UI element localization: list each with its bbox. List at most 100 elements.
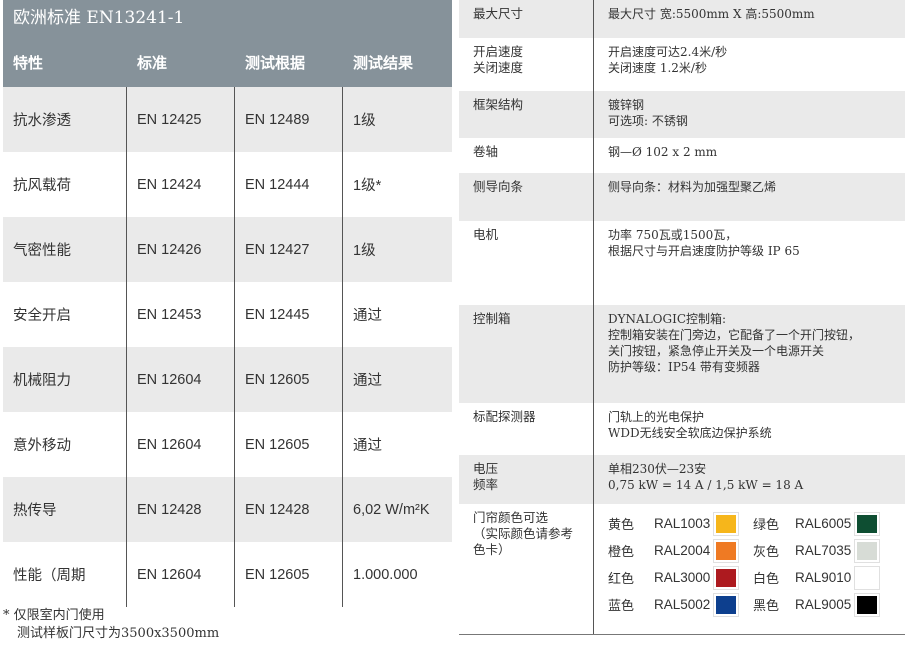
color-row: 黄色 RAL1003 绿色 RAL6005 [608, 510, 898, 537]
table-row: 抗水渗透 EN 12425 EN 12489 1级 [3, 87, 452, 152]
cell-characteristic: 气密性能 [3, 217, 127, 282]
spec-row-detector: 标配探测器 门轨上的光电保护 WDD无线安全软底边保护系统 [459, 403, 905, 455]
cell-test-basis: EN 12428 [235, 477, 343, 542]
cell-characteristic: 抗风载荷 [3, 152, 127, 217]
table-row: 机械阻力 EN 12604 EN 12605 通过 [3, 347, 452, 412]
color-option: 蓝色 RAL5002 [608, 593, 753, 616]
footnote-line-1: * 仅限室内门使用 [3, 608, 105, 623]
cell-characteristic: 抗水渗透 [3, 87, 127, 152]
header-characteristic: 特性 [13, 53, 44, 72]
color-name: 绿色 [753, 518, 780, 533]
cell-test-result: 1级 [353, 243, 376, 259]
table-row: 热传导 EN 12428 EN 12428 6,02 W/m²K [3, 477, 452, 542]
cell-standard: EN 12604 [127, 412, 235, 477]
footnote-line-2: 测试样板门尺寸为3500x3500mm [17, 626, 220, 641]
cell-test-result: 通过 [353, 308, 382, 324]
color-code: RAL3000 [654, 570, 711, 585]
spec-row-guide: 侧导向条 侧导向条：材料为加强型聚乙烯 [459, 173, 905, 221]
spec-value: 门轨上的光电保护 WDD无线安全软底边保护系统 [608, 410, 772, 440]
color-option: 红色 RAL3000 [608, 566, 753, 589]
color-swatch [855, 593, 879, 616]
spec-label: 开启速度 关闭速度 [459, 38, 594, 91]
color-options-grid: 黄色 RAL1003 绿色 RAL6005 橙色 RAL2004 灰色 RAL7… [608, 510, 898, 618]
spec-value: DYNALOGIC控制箱: 控制箱安装在门旁边，它配备了一个开门按钮， 关门按钮… [608, 312, 861, 374]
table-row: 性能（周期 EN 12604 EN 12605 1.000.000 [3, 542, 452, 607]
spec-row-colors: 门帘颜色可选 （实际颜色请参考 色卡） 黄色 RAL1003 绿色 RAL600… [459, 504, 905, 635]
color-swatch [855, 539, 879, 562]
spec-label: 电机 [459, 221, 594, 305]
cell-characteristic: 机械阻力 [3, 347, 127, 412]
cell-standard: EN 12425 [127, 87, 235, 152]
spec-row-roller: 卷轴 钢—Ø 102 x 2 mm [459, 138, 905, 173]
spec-table: 最大尺寸 最大尺寸 宽:5500mm X 高:5500mm 开启速度 关闭速度 … [459, 0, 905, 635]
color-name: 红色 [608, 572, 635, 587]
cell-standard: EN 12428 [127, 477, 235, 542]
spec-label: 标配探测器 [459, 403, 594, 455]
cell-test-result: 1.000.000 [353, 566, 418, 583]
color-swatch [714, 512, 738, 535]
table-row: 抗风载荷 EN 12424 EN 12444 1级* [3, 152, 452, 217]
cell-standard: EN 12426 [127, 217, 235, 282]
spec-label: 门帘颜色可选 （实际颜色请参考 色卡） [459, 504, 594, 634]
color-swatch [714, 566, 738, 589]
color-swatch [714, 539, 738, 562]
cell-test-basis: EN 12489 [235, 87, 343, 152]
cell-standard: EN 12604 [127, 347, 235, 412]
color-swatch [855, 566, 879, 589]
cell-test-result: 通过 [353, 373, 382, 389]
color-option: 白色 RAL9010 [753, 566, 898, 589]
cell-test-basis: EN 12605 [235, 412, 343, 477]
cell-test-basis: EN 12445 [235, 282, 343, 347]
cell-characteristic: 意外移动 [3, 412, 127, 477]
spec-value: 最大尺寸 宽:5500mm X 高:5500mm [608, 7, 815, 21]
color-option: 黄色 RAL1003 [608, 512, 753, 535]
color-row: 蓝色 RAL5002 黑色 RAL9005 [608, 591, 898, 618]
color-option: 黑色 RAL9005 [753, 593, 898, 616]
spec-label: 最大尺寸 [459, 0, 594, 38]
header-standard: 标准 [137, 53, 168, 72]
spec-row-power: 电压 频率 单相230伏—23安 0,75 kW = 14 A / 1,5 kW… [459, 455, 905, 504]
spec-label: 框架结构 [459, 91, 594, 138]
color-swatch [714, 593, 738, 616]
color-name: 白色 [753, 572, 780, 587]
header-test-result: 测试结果 [353, 53, 414, 72]
spec-value: 开启速度可达2.4米/秒 关闭速度 1.2米/秒 [608, 45, 728, 75]
spec-label: 卷轴 [459, 138, 594, 173]
cell-characteristic: 安全开启 [3, 282, 127, 347]
color-name: 橙色 [608, 545, 635, 560]
spec-value: 镀锌钢 可选项: 不锈钢 [608, 98, 688, 128]
table-row: 安全开启 EN 12453 EN 12445 通过 [3, 282, 452, 347]
spec-value: 单相230伏—23安 0,75 kW = 14 A / 1,5 kW = 18 … [608, 462, 804, 492]
cell-test-basis: EN 12605 [235, 347, 343, 412]
color-option: 灰色 RAL7035 [753, 539, 898, 562]
cell-test-basis: EN 12444 [235, 152, 343, 217]
spec-row-max-size: 最大尺寸 最大尺寸 宽:5500mm X 高:5500mm [459, 0, 905, 38]
color-code: RAL2004 [654, 543, 711, 558]
spec-row-motor: 电机 功率 750瓦或1500瓦， 根据尺寸与开启速度防护等级 IP 65 [459, 221, 905, 305]
spec-label: 控制箱 [459, 305, 594, 403]
spec-row-frame: 框架结构 镀锌钢 可选项: 不锈钢 [459, 91, 905, 138]
en13241-table: 欧洲标准 EN13241-1 特性 标准 测试根据 测试结果 抗水渗透 EN 1… [3, 0, 452, 607]
spec-value: 钢—Ø 102 x 2 mm [608, 145, 718, 159]
cell-standard: EN 12453 [127, 282, 235, 347]
cell-test-basis: EN 12427 [235, 217, 343, 282]
table-title: 欧洲标准 EN13241-1 [3, 0, 452, 37]
cell-characteristic: 热传导 [3, 477, 127, 542]
spec-label: 侧导向条 [459, 173, 594, 221]
spec-value: 功率 750瓦或1500瓦， 根据尺寸与开启速度防护等级 IP 65 [608, 228, 800, 258]
color-row: 橙色 RAL2004 灰色 RAL7035 [608, 537, 898, 564]
cell-test-result: 通过 [353, 438, 382, 454]
spec-value: 侧导向条：材料为加强型聚乙烯 [608, 180, 777, 194]
color-name: 蓝色 [608, 599, 635, 614]
cell-characteristic: 性能（周期 [3, 542, 127, 607]
color-code: RAL9005 [795, 597, 852, 612]
table-row: 意外移动 EN 12604 EN 12605 通过 [3, 412, 452, 477]
color-name: 黑色 [753, 599, 780, 614]
color-code: RAL7035 [795, 543, 852, 558]
spec-row-control-box: 控制箱 DYNALOGIC控制箱: 控制箱安装在门旁边，它配备了一个开门按钮， … [459, 305, 905, 403]
color-option: 橙色 RAL2004 [608, 539, 753, 562]
color-name: 黄色 [608, 518, 635, 533]
cell-standard: EN 12604 [127, 542, 235, 607]
cell-test-basis: EN 12605 [235, 542, 343, 607]
cell-test-result: 6,02 W/m²K [353, 501, 430, 518]
